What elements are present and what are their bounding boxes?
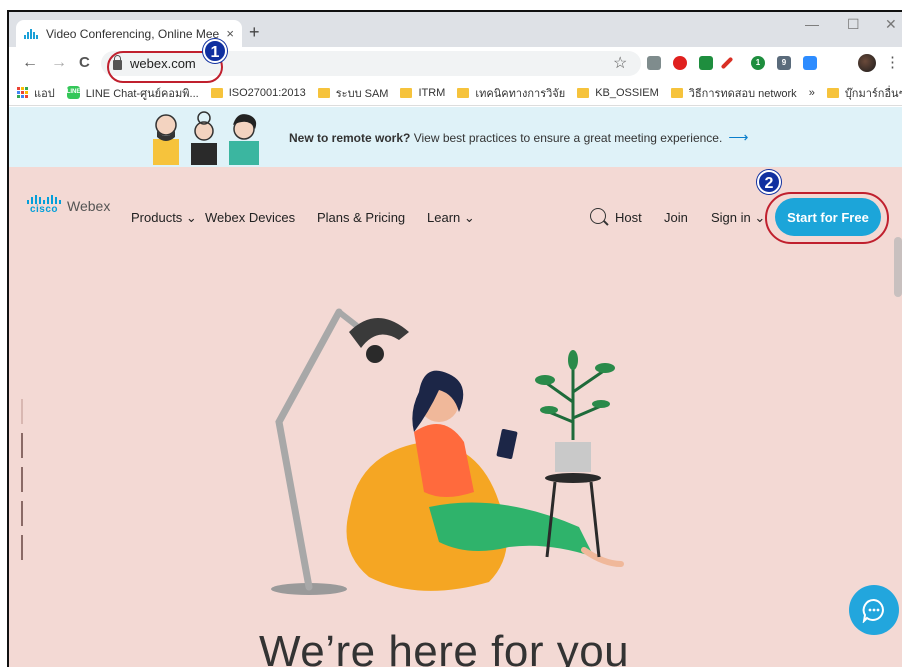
nav-plans-pricing[interactable]: Plans & Pricing (317, 210, 405, 225)
bookmark-label: แอป (34, 87, 55, 100)
gmail-badge-icon[interactable]: 9 (777, 56, 791, 70)
bookmark-item[interactable]: วิธีการทดสอบ network (670, 84, 797, 102)
bookmark-item[interactable]: เทคนิคทางการวิจัย (457, 84, 565, 102)
bookmark-label: KB_OSSIEM (595, 86, 659, 99)
hero-headline: We’re here for you (259, 627, 630, 667)
bookmark-label: ITRM (418, 86, 446, 99)
bookmark-label: เทคนิคทางการวิจัย (475, 87, 566, 100)
folder-icon (670, 87, 683, 98)
bookmark-star-icon[interactable]: ☆ (613, 53, 627, 73)
bookmark-label: วิธีการทดสอบ network (688, 87, 797, 100)
back-icon[interactable]: ← (22, 54, 38, 72)
bookmark-label: LINE Chat-ศูนย์คอมพิ... (85, 87, 199, 100)
tab-title: Video Conferencing, Online Mee (46, 26, 220, 41)
bookmark-apps[interactable]: แอป (17, 84, 55, 102)
webex-wordmark: Webex (67, 198, 111, 214)
bookmarks-more-button[interactable]: » (809, 87, 815, 99)
folder-icon (210, 87, 223, 98)
tab-close-icon[interactable]: × (226, 26, 234, 41)
carousel-indicator[interactable] (21, 399, 24, 569)
hero-illustration (271, 308, 624, 595)
remote-work-banner[interactable]: New to remote work? View best practices … (9, 107, 902, 167)
arrow-right-icon[interactable]: ⟶ (728, 129, 748, 145)
cast-icon[interactable] (699, 56, 713, 70)
zoom-icon[interactable] (803, 56, 817, 70)
annotation-ring-cta (765, 192, 889, 244)
folder-icon (826, 87, 839, 98)
new-tab-icon[interactable]: + (249, 22, 260, 43)
bookmark-item[interactable]: KB_OSSIEM (577, 87, 659, 99)
folder-icon (577, 87, 590, 98)
apps-grid-icon (17, 87, 28, 98)
extension-badge-icon[interactable]: 1 (751, 56, 765, 70)
banner-bold-text: New to remote work? (289, 131, 411, 145)
folder-icon (400, 87, 413, 98)
bookmark-label: ระบบ SAM (335, 87, 389, 100)
search-icon[interactable] (590, 208, 606, 224)
maximize-icon[interactable]: ☐ (847, 16, 860, 33)
bookmark-label: ISO27001:2013 (228, 86, 306, 99)
cisco-logo-icon: cisco (27, 195, 61, 215)
other-bookmarks[interactable]: บุ๊กมาร์กอื่นๆ (826, 84, 902, 102)
banner-text: New to remote work? View best practices … (289, 129, 748, 146)
nav-sign-in[interactable]: Sign in ⌄ (711, 210, 765, 226)
bookmarks-bar: แอป LINE LINE Chat-ศูนย์คอมพิ... ISO2700… (9, 80, 902, 106)
annotation-number-1: 1 (203, 39, 227, 63)
cisco-wordmark: cisco (29, 204, 59, 215)
tab-strip: Video Conferencing, Online Mee × + — ☐ ✕ (9, 12, 902, 47)
banner-body-text: View best practices to ensure a great me… (410, 131, 723, 145)
browser-window: Video Conferencing, Online Mee × + — ☐ ✕… (7, 10, 902, 667)
bookmark-item[interactable]: ระบบ SAM (317, 84, 389, 102)
g-extension-icon[interactable] (647, 56, 661, 70)
nav-learn[interactable]: Learn ⌄ (427, 210, 475, 226)
folder-icon (317, 87, 330, 98)
people-illustration (153, 111, 259, 165)
nav-host[interactable]: Host (615, 210, 642, 225)
close-window-icon[interactable]: ✕ (885, 16, 897, 33)
forward-icon[interactable]: → (51, 54, 67, 72)
minimize-icon[interactable]: — (805, 16, 819, 32)
nav-webex-devices[interactable]: Webex Devices (205, 210, 295, 225)
chat-button[interactable] (849, 585, 899, 635)
page-scrollbar[interactable] (894, 237, 902, 297)
chat-bubble-icon (862, 598, 884, 623)
more-chevron-icon: » (808, 86, 815, 99)
bookmark-label: บุ๊กมาร์กอื่นๆ (844, 87, 902, 100)
folder-icon (457, 87, 470, 98)
bookmark-item[interactable]: ITRM (400, 87, 445, 99)
opera-icon[interactable] (673, 56, 687, 70)
nav-join[interactable]: Join (664, 210, 688, 225)
annotation-number-2: 2 (757, 170, 781, 194)
profile-avatar[interactable] (858, 54, 876, 72)
menu-icon[interactable]: ⋮ (885, 53, 900, 71)
nav-products[interactable]: Products ⌄ (131, 210, 197, 226)
reload-icon[interactable]: C (79, 54, 90, 71)
line-icon: LINE (66, 86, 80, 99)
bookmark-item[interactable]: ISO27001:2013 (210, 86, 306, 99)
webex-favicon-icon (24, 28, 38, 39)
bookmark-item[interactable]: LINE LINE Chat-ศูนย์คอมพิ... (66, 84, 199, 102)
webex-logo[interactable]: cisco Webex (27, 195, 110, 215)
hammer-icon[interactable] (720, 56, 734, 70)
